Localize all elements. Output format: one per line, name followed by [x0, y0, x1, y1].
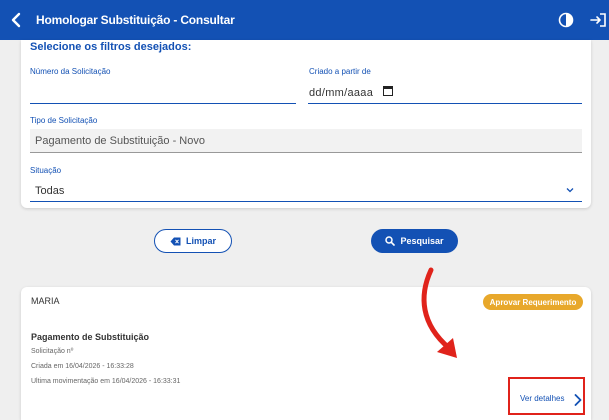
tipo-value: Pagamento de Substituição - Novo: [35, 135, 205, 147]
calendar-icon[interactable]: [383, 85, 393, 96]
criado-underline: [308, 103, 582, 104]
search-icon: [385, 236, 396, 246]
created-date: Criada em 16/04/2026 - 16:33:28: [31, 363, 134, 370]
result-type: Pagamento de Substituição: [31, 332, 150, 342]
last-movement-date: Ultima movimentação em 16/04/2026 - 16:3…: [31, 378, 181, 385]
numero-underline: [30, 103, 296, 104]
chevron-left-icon[interactable]: [8, 11, 26, 29]
situacao-value: Todas: [35, 185, 65, 197]
tipo-field: Pagamento de Substituição - Novo: [30, 129, 582, 153]
limpar-label: Limpar: [185, 236, 216, 246]
date-input[interactable]: dd/mm/aaaa: [309, 87, 373, 99]
situacao-label: Situação: [30, 166, 62, 175]
filters-card: Selecione os filtros desejados: Número d…: [21, 40, 591, 208]
situacao-select[interactable]: Todas: [30, 179, 582, 202]
solicitacao-number: Solicitação nº: [31, 348, 74, 355]
status-badge[interactable]: Aprovar Requerimento: [483, 294, 583, 310]
pesquisar-button[interactable]: Pesquisar: [371, 229, 458, 253]
eraser-icon: [170, 237, 181, 245]
contrast-icon[interactable]: [558, 12, 574, 28]
pesquisar-label: Pesquisar: [400, 236, 444, 246]
criado-label: Criado a partir de: [309, 67, 371, 76]
result-name: MARIA: [31, 296, 60, 306]
filters-title: Selecione os filtros desejados:: [30, 41, 192, 53]
chevron-down-icon: [566, 188, 574, 193]
annotation-arrow: [421, 267, 457, 358]
app-header: Homologar Substituição - Consultar: [0, 0, 609, 40]
numero-label: Número da Solicitação: [30, 67, 111, 76]
limpar-button[interactable]: Limpar: [154, 229, 232, 253]
tipo-label: Tipo de Solicitação: [30, 116, 98, 125]
numero-input[interactable]: [30, 84, 295, 102]
result-card: MARIA Aprovar Requerimento Pagamento de …: [21, 287, 591, 420]
annotation-highlight-box: [508, 377, 585, 415]
logout-icon[interactable]: [590, 12, 607, 28]
page-title: Homologar Substituição - Consultar: [36, 13, 235, 27]
